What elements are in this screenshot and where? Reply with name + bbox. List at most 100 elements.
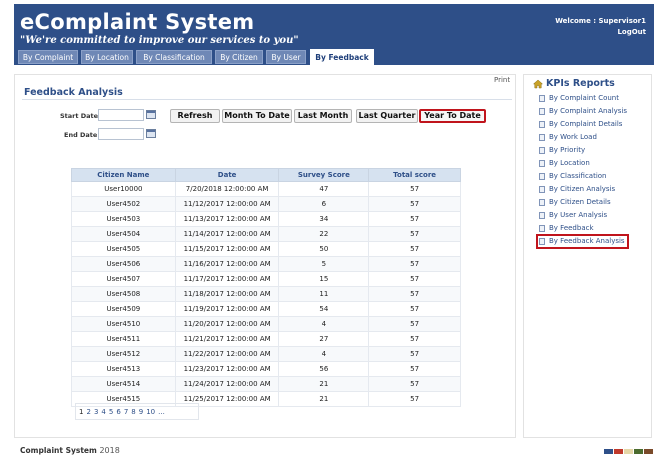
cell-survey-score: 15 [278, 271, 370, 287]
cell-date: 11/23/2017 12:00:00 AM [174, 361, 280, 377]
refresh-button[interactable]: Refresh [170, 109, 220, 123]
cell-date: 11/19/2017 12:00:00 AM [174, 301, 280, 317]
tab-by-feedback[interactable]: By Feedback [310, 49, 374, 65]
cell-date: 11/21/2017 12:00:00 AM [174, 331, 280, 347]
sidebar-title: KPIs Reports [546, 78, 615, 89]
report-icon [539, 108, 545, 115]
cell-total-score: 57 [368, 256, 461, 272]
pager-page-5[interactable]: 5 [109, 408, 113, 416]
cell-total-score: 57 [368, 346, 461, 362]
table-row: User4512 11/22/2017 12:00:00 AM 4 57 [71, 346, 461, 362]
sidebar-item-by-location[interactable]: By Location [537, 157, 649, 170]
app-title: eComplaint System [20, 10, 255, 34]
pager-page-8[interactable]: 8 [131, 408, 135, 416]
cell-total-score: 57 [368, 226, 461, 242]
sidebar-item-label: By Work Load [549, 133, 597, 141]
pager-page-10[interactable]: 10 [146, 408, 155, 416]
theme-swatch-3[interactable] [624, 449, 633, 454]
table-header-row: Citizen Name Date Survey Score Total sco… [71, 168, 461, 182]
title-divider [22, 99, 512, 100]
cell-date: 11/12/2017 12:00:00 AM [174, 196, 280, 212]
sidebar-item-label: By Feedback Analysis [549, 237, 625, 245]
pager-page-2[interactable]: 2 [86, 408, 90, 416]
theme-swatch-4[interactable] [634, 449, 643, 454]
cell-total-score: 57 [368, 361, 461, 377]
cell-date: 11/17/2017 12:00:00 AM [174, 271, 280, 287]
tab-by-user[interactable]: By User [266, 50, 306, 64]
last-month-button[interactable]: Last Month [294, 109, 352, 123]
pagination: 1 2 3 4 5 6 7 8 9 10... [79, 408, 168, 416]
start-date-input[interactable] [98, 109, 144, 121]
start-date-label: Start Date : [60, 112, 103, 120]
print-link[interactable]: Print [494, 76, 510, 84]
col-header-date[interactable]: Date [174, 168, 280, 182]
theme-swatch-1[interactable] [604, 449, 613, 454]
col-header-survey-score[interactable]: Survey Score [278, 168, 370, 182]
end-date-input[interactable] [98, 128, 144, 140]
last-quarter-button[interactable]: Last Quarter [356, 109, 418, 123]
cell-total-score: 57 [368, 286, 461, 302]
theme-swatch-2[interactable] [614, 449, 623, 454]
cell-citizen-name: User10000 [71, 181, 176, 197]
cell-survey-score: 54 [278, 301, 370, 317]
pager-page-3[interactable]: 3 [94, 408, 98, 416]
sidebar-item-by-citizen-analysis[interactable]: By Citizen Analysis [537, 183, 649, 196]
sidebar-item-by-complaint-details[interactable]: By Complaint Details [537, 118, 649, 131]
col-header-total-score[interactable]: Total score [368, 168, 461, 182]
cell-citizen-name: User4507 [71, 271, 176, 287]
pager-page-6[interactable]: 6 [116, 408, 120, 416]
tab-by-complaint[interactable]: By Complaint [18, 50, 78, 64]
cell-total-score: 57 [368, 271, 461, 287]
pager-page-7[interactable]: 7 [124, 408, 128, 416]
year-to-date-button[interactable]: Year To Date [419, 109, 486, 123]
col-header-citizen-name[interactable]: Citizen Name [71, 168, 176, 182]
pager-page-11[interactable]: ... [158, 408, 165, 416]
cell-total-score: 57 [368, 241, 461, 257]
sidebar-item-by-classification[interactable]: By Classification [537, 170, 649, 183]
cell-citizen-name: User4512 [71, 346, 176, 362]
tab-by-classification[interactable]: By Classification [136, 50, 212, 64]
logout-link[interactable]: LogOut [617, 28, 646, 36]
sidebar-item-by-priority[interactable]: By Priority [537, 144, 649, 157]
footer-text: Complaint System 2018 [20, 446, 120, 455]
sidebar-item-by-complaint-analysis[interactable]: By Complaint Analysis [537, 105, 649, 118]
sidebar-item-by-feedback-analysis[interactable]: By Feedback Analysis [536, 234, 629, 249]
end-date-label: End Date : [64, 131, 103, 139]
cell-survey-score: 56 [278, 361, 370, 377]
cell-survey-score: 27 [278, 331, 370, 347]
cell-citizen-name: User4504 [71, 226, 176, 242]
sidebar-item-label: By Classification [549, 172, 607, 180]
cell-survey-score: 21 [278, 391, 370, 407]
sidebar-item-by-citizen-details[interactable]: By Citizen Details [537, 196, 649, 209]
table-row: User4514 11/24/2017 12:00:00 AM 21 57 [71, 376, 461, 392]
report-icon [539, 238, 545, 245]
start-date-calendar-icon[interactable] [146, 110, 156, 119]
cell-citizen-name: User4503 [71, 211, 176, 227]
sidebar-item-by-feedback[interactable]: By Feedback [537, 222, 649, 235]
month-to-date-button[interactable]: Month To Date [222, 109, 292, 123]
cell-date: 7/20/2018 12:00:00 AM [174, 181, 280, 197]
pager-page-4[interactable]: 4 [101, 408, 105, 416]
tab-by-location[interactable]: By Location [81, 50, 133, 64]
report-icon [539, 173, 545, 180]
cell-survey-score: 47 [278, 181, 370, 197]
cell-date: 11/20/2017 12:00:00 AM [174, 316, 280, 332]
cell-citizen-name: User4513 [71, 361, 176, 377]
table-row: User4502 11/12/2017 12:00:00 AM 6 57 [71, 196, 461, 212]
end-date-calendar-icon[interactable] [146, 129, 156, 138]
cell-date: 11/16/2017 12:00:00 AM [174, 256, 280, 272]
cell-survey-score: 4 [278, 316, 370, 332]
table-row: User4504 11/14/2017 12:00:00 AM 22 57 [71, 226, 461, 242]
report-tabs: By Complaint By Location By Classificati… [14, 49, 654, 65]
theme-swatch-5[interactable] [644, 449, 653, 454]
tab-by-citizen[interactable]: By Citizen [215, 50, 263, 64]
pager-page-1[interactable]: 1 [79, 408, 83, 416]
table-row: User10000 7/20/2018 12:00:00 AM 47 57 [71, 181, 461, 197]
sidebar-item-by-complaint-count[interactable]: By Complaint Count [537, 92, 649, 105]
cell-total-score: 57 [368, 391, 461, 407]
sidebar-item-by-user-analysis[interactable]: By User Analysis [537, 209, 649, 222]
sidebar-item-by-work-load[interactable]: By Work Load [537, 131, 649, 144]
cell-citizen-name: User4510 [71, 316, 176, 332]
report-icon [539, 160, 545, 167]
pager-page-9[interactable]: 9 [139, 408, 143, 416]
